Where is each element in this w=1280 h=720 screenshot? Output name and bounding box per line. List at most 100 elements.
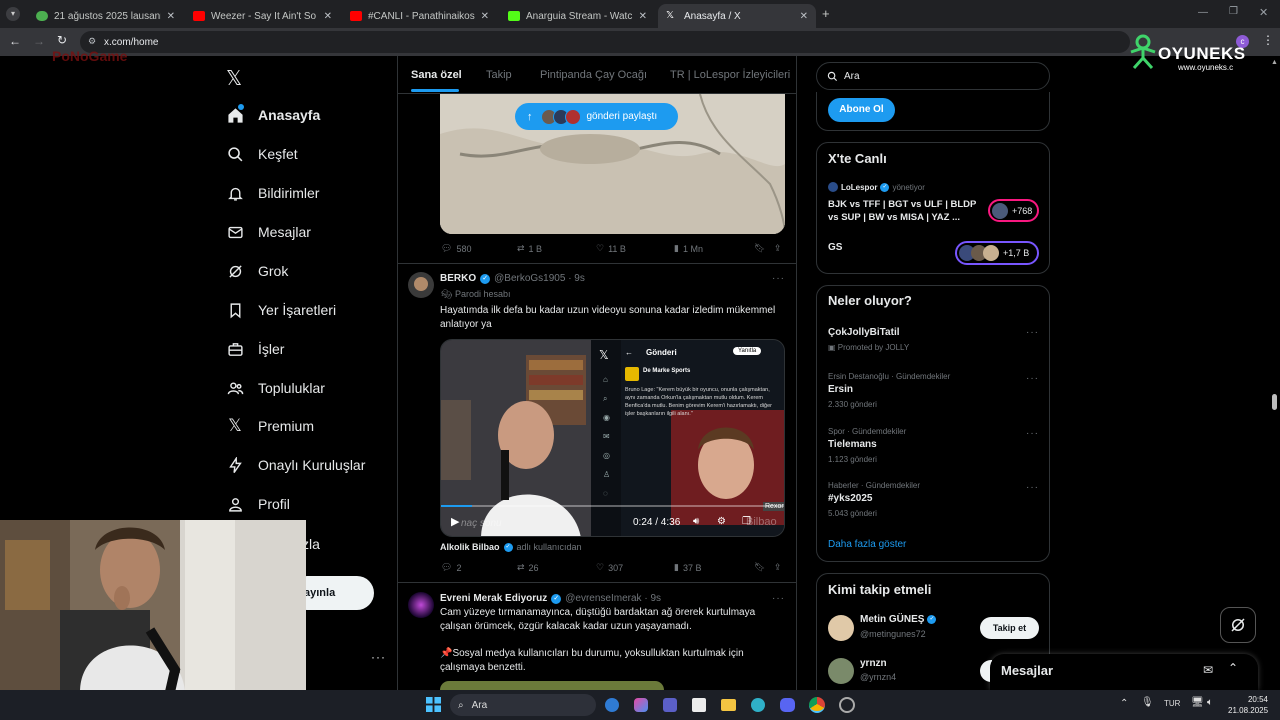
address-bar[interactable]: ⚙ x.com/home	[80, 31, 1130, 53]
sidebar-item-premium[interactable]: 𝕏 Premium	[226, 412, 314, 440]
live-space-gs[interactable]: GS	[828, 242, 842, 253]
sidebar-item-verified-orgs[interactable]: Onaylı Kuruluşlar	[226, 451, 365, 479]
file-explorer-icon[interactable]	[721, 699, 736, 711]
expand-icon[interactable]: ⌃	[1228, 661, 1238, 675]
tab-for-you[interactable]: Sana özel	[411, 69, 462, 81]
live-listeners-badge[interactable]: +768	[988, 199, 1039, 222]
avatar[interactable]	[828, 658, 854, 684]
suggested-user-name[interactable]: Metin GÜNEŞ ✓	[860, 614, 937, 625]
like-button[interactable]: ♡ 307	[596, 562, 623, 573]
subscribe-button[interactable]: Abone Ol	[828, 98, 895, 122]
trend-more-icon[interactable]: ···	[1026, 373, 1039, 384]
back-icon[interactable]: ←	[9, 34, 21, 48]
trend-item[interactable]: ÇokJollyBiTatil	[828, 327, 900, 338]
suggested-user-name[interactable]: yrnzn	[860, 658, 887, 669]
tab-close-icon[interactable]: ✕	[800, 11, 808, 22]
trend-item[interactable]: Tielemans	[828, 439, 877, 450]
pip-icon[interactable]: ❐	[742, 516, 751, 527]
account-menu-icon[interactable]: ···	[371, 650, 386, 664]
share-button[interactable]: ⇪	[774, 562, 782, 573]
scrollbar-thumb[interactable]	[1272, 394, 1277, 410]
edge-icon[interactable]	[751, 698, 765, 712]
page-scrollbar[interactable]: ▲	[1270, 56, 1280, 690]
gs-listeners-badge[interactable]: +1,7 B	[955, 241, 1039, 265]
show-more-link[interactable]: Daha fazla göster	[828, 539, 906, 550]
live-host[interactable]: LoLespor ✓ yönetiyor	[828, 182, 925, 192]
teams-icon[interactable]	[663, 698, 677, 712]
tweet-media-image[interactable]	[440, 681, 664, 690]
reload-icon[interactable]: ↻	[57, 33, 67, 47]
views-button[interactable]: ▮ 1 Mn	[674, 243, 703, 254]
obs-icon[interactable]	[839, 697, 855, 713]
sidebar-item-notifications[interactable]: Bildirimler	[226, 179, 319, 207]
grok-floating-button[interactable]	[1220, 607, 1256, 643]
sidebar-item-bookmarks[interactable]: Yer İşaretleri	[226, 296, 336, 324]
sidebar-item-explore[interactable]: Keşfet	[226, 140, 298, 168]
tab-close-icon[interactable]: ✕	[481, 11, 489, 22]
volume-icon[interactable]: 🔈︎	[1207, 697, 1213, 708]
window-close-icon[interactable]: ✕	[1259, 6, 1268, 19]
share-button[interactable]: ⇪	[774, 243, 782, 254]
taskbar-search[interactable]: ⌕ Ara	[450, 694, 596, 716]
avatar[interactable]	[408, 592, 434, 618]
new-tab-icon[interactable]: +	[822, 6, 830, 21]
chrome-menu-icon[interactable]: ⋮	[1262, 33, 1274, 47]
video-source[interactable]: Alkolik Bilbao ✓ adlı kullanıcıdan	[440, 542, 582, 552]
browser-tab[interactable]: Weezer - Say It Ain't So (Versio ✕	[185, 4, 340, 28]
bookmark-button[interactable]: 🔖︎	[754, 243, 765, 254]
repost-button[interactable]: ⇄ 1 B	[517, 243, 542, 254]
trend-item[interactable]: Ersin	[828, 384, 853, 395]
sidebar-item-home[interactable]: Anasayfa	[226, 101, 320, 129]
volume-icon[interactable]: 🔊︎	[693, 516, 699, 527]
new-posts-pill[interactable]: ↑ gönderi paylaştı	[515, 103, 678, 130]
live-space-title[interactable]: BJK vs TFF | BGT vs ULF | BLDP vs SUP | …	[828, 198, 978, 224]
bookmark-button[interactable]: 🔖︎	[754, 562, 765, 573]
forward-icon[interactable]: →	[33, 34, 45, 48]
repost-button[interactable]: ⇄ 26	[517, 562, 539, 573]
tab-close-icon[interactable]: ✕	[324, 11, 332, 22]
clock[interactable]: 20:54 21.08.2025	[1228, 694, 1268, 716]
sidebar-item-grok[interactable]: Grok	[226, 257, 288, 285]
site-info-icon[interactable]: ⚙	[88, 36, 96, 47]
trend-more-icon[interactable]: ···	[1026, 482, 1039, 493]
tab-close-icon[interactable]: ✕	[167, 11, 175, 22]
trend-more-icon[interactable]: ···	[1026, 327, 1039, 338]
like-button[interactable]: ♡ 11 B	[596, 243, 626, 254]
settings-icon[interactable]: ⚙	[717, 516, 726, 527]
copilot-icon[interactable]	[634, 698, 648, 712]
browser-tab-active[interactable]: 𝕏 Anasayfa / X ✕	[658, 4, 816, 28]
sidebar-item-messages[interactable]: Mesajlar	[226, 218, 311, 246]
minimize-icon[interactable]: —	[1198, 7, 1208, 18]
avatar[interactable]	[828, 615, 854, 641]
windows-start-icon[interactable]	[426, 697, 441, 712]
maximize-icon[interactable]: ❐	[1229, 6, 1238, 17]
discord-icon[interactable]	[780, 698, 795, 712]
views-button[interactable]: ▮ 37 B	[674, 562, 701, 573]
edge-copilot-icon[interactable]	[605, 698, 619, 712]
reply-button[interactable]: 💬︎ 2	[441, 562, 461, 573]
sidebar-item-profile[interactable]: Profil	[226, 490, 290, 518]
new-message-icon[interactable]: ✉	[1203, 663, 1213, 677]
tab-search-button[interactable]: ▾	[6, 7, 20, 21]
sidebar-item-jobs[interactable]: İşler	[226, 335, 284, 363]
tweet-video-player[interactable]: 𝕏 ⌂ ⌕ ◉ ✉ ◎ ♙ ◌ ← Gönderi Yanıtla De Marke Spo…	[440, 339, 785, 537]
tray-chevron-icon[interactable]: ⌃	[1120, 698, 1128, 709]
mic-icon[interactable]: 🎙︎	[1141, 697, 1154, 708]
search-input[interactable]: Ara	[816, 62, 1050, 90]
store-icon[interactable]	[692, 698, 706, 712]
scroll-up-icon[interactable]: ▲	[1271, 59, 1278, 66]
tweet-more-icon[interactable]: ···	[772, 593, 785, 604]
messages-drawer[interactable]: Mesajlar ✉ ⌃	[990, 654, 1258, 690]
tab-list-2[interactable]: TR | LoLespor İzleyicileri	[670, 69, 790, 81]
x-logo-icon[interactable]: 𝕏	[226, 66, 242, 91]
sidebar-item-communities[interactable]: Topluluklar	[226, 374, 325, 402]
browser-tab[interactable]: #CANLI - Panathinaikos - Sams ✕	[342, 4, 497, 28]
browser-tab[interactable]: Anarguia Stream - Watch Live o ✕	[500, 4, 655, 28]
tweet-more-icon[interactable]: ···	[772, 273, 785, 284]
trend-item[interactable]: #yks2025	[828, 493, 873, 504]
network-icon[interactable]: 🖥︎	[1191, 697, 1204, 708]
browser-tab[interactable]: 21 ağustos 2025 lausanne-spor ✕	[28, 4, 183, 28]
tab-following[interactable]: Takip	[486, 69, 512, 81]
chrome-icon[interactable]	[809, 697, 825, 713]
tab-close-icon[interactable]: ✕	[639, 11, 647, 22]
